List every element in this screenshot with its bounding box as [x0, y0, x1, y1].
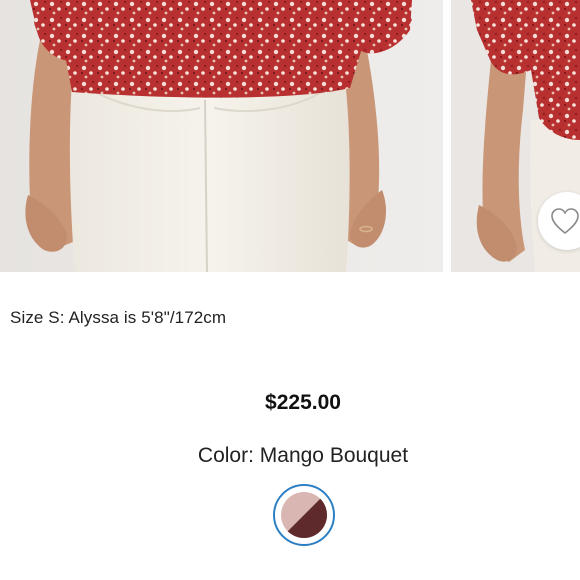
- product-image-main[interactable]: [0, 0, 443, 272]
- product-photo-front: [0, 0, 443, 272]
- product-image-gallery[interactable]: [0, 0, 580, 272]
- product-price: $225.00: [265, 391, 341, 414]
- selected-color-label: Color: Mango Bouquet: [197, 444, 409, 467]
- model-size-note: Size S: Alyssa is 5'8"/172cm: [10, 308, 227, 327]
- color-swatch-mango-bouquet[interactable]: [273, 484, 335, 546]
- heart-outline-icon: [551, 208, 579, 234]
- color-swatch-icon: [281, 492, 327, 538]
